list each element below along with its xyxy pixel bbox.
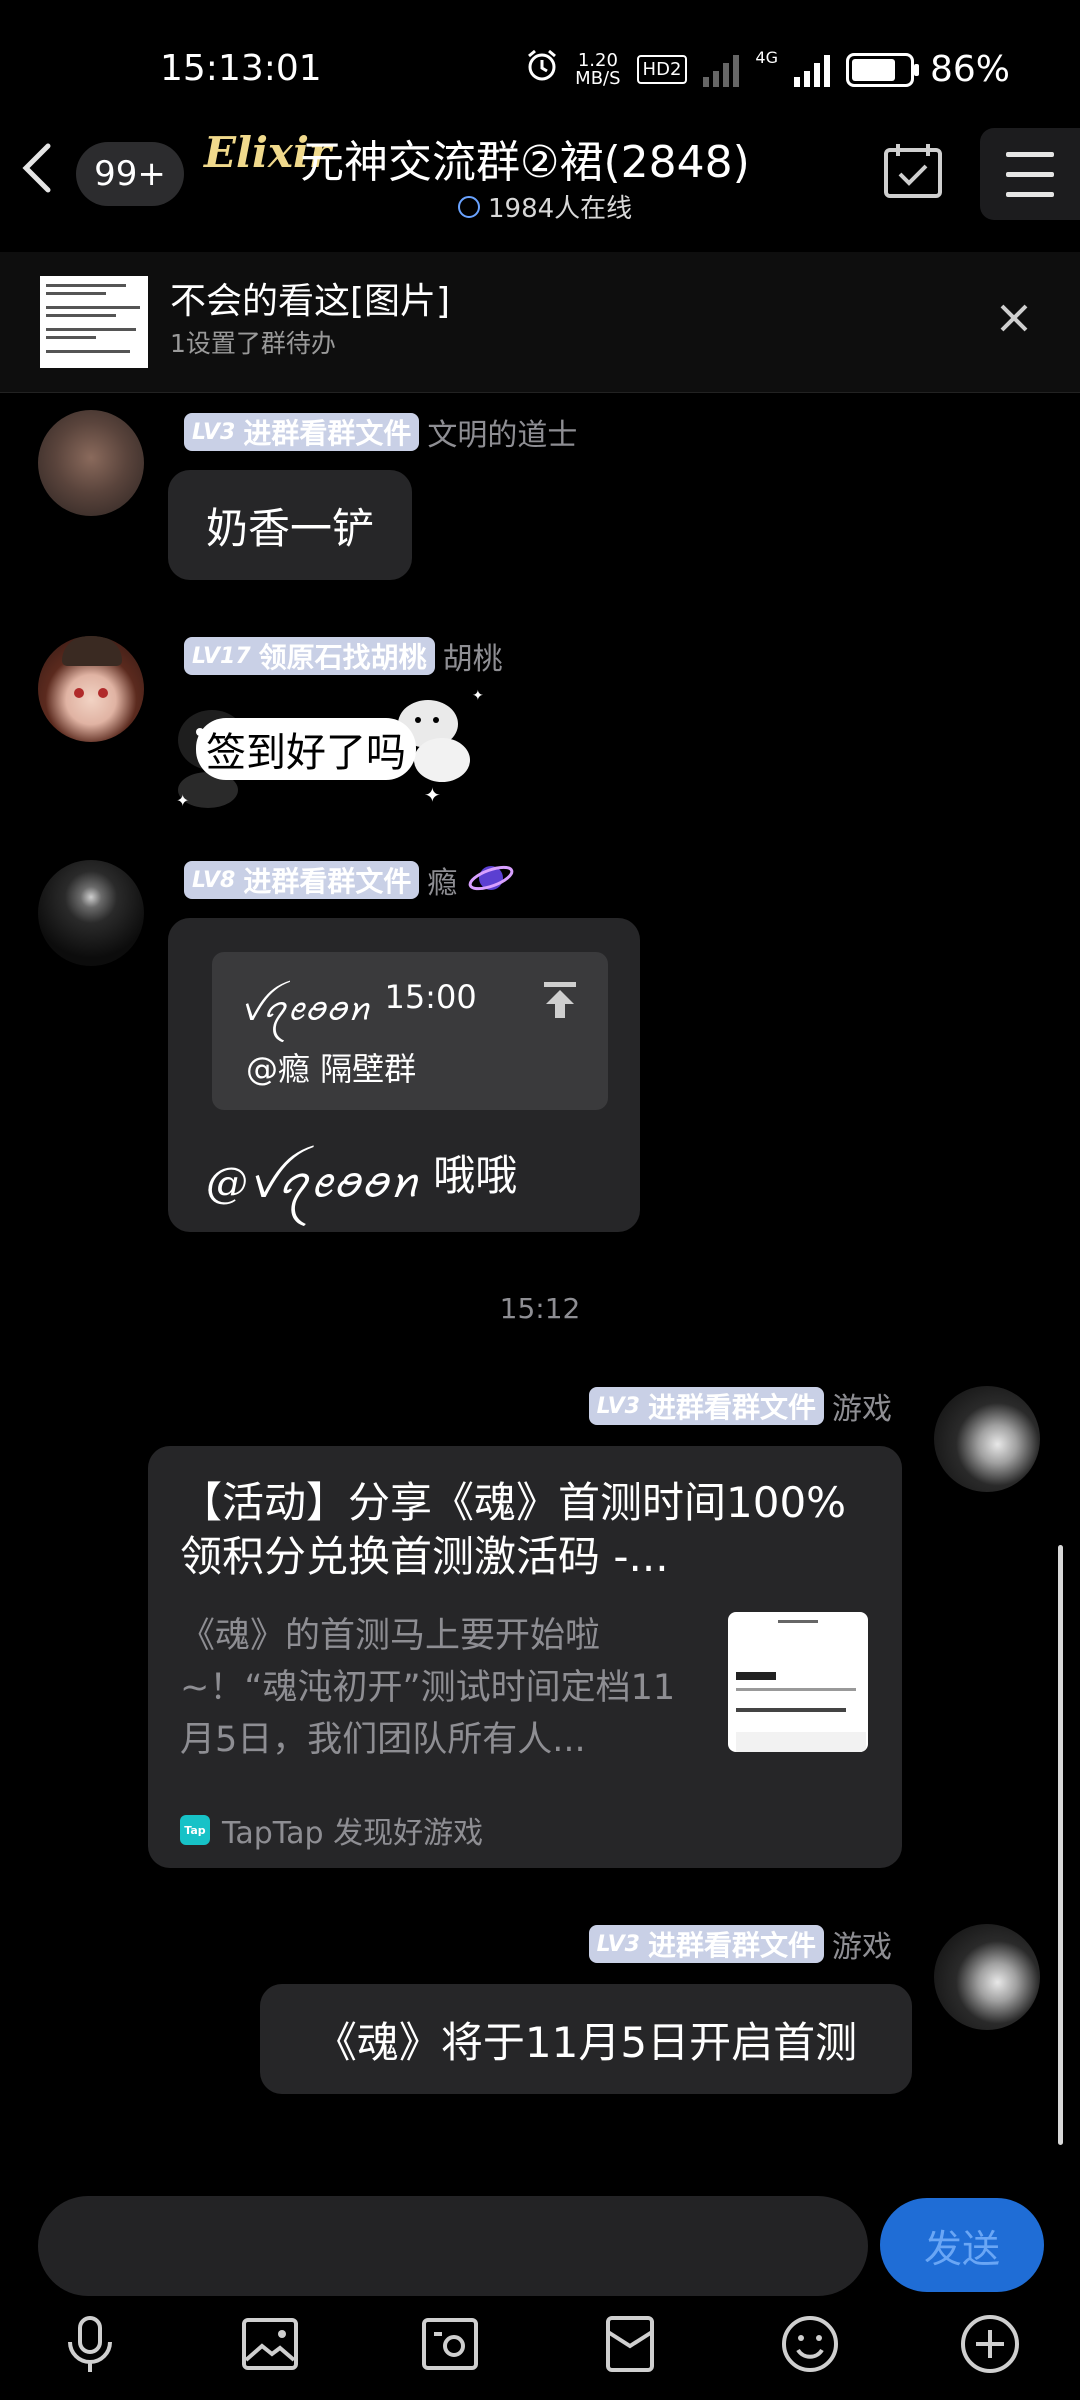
menu-icon[interactable]	[980, 128, 1080, 220]
message-bubble[interactable]: 《魂》将于11月5日开启首测	[260, 1984, 912, 2094]
badge-title: 进群看群文件	[243, 417, 412, 450]
member-level-badge: LV8 进群看群文件	[184, 861, 420, 899]
signal-icon-sim1	[703, 53, 740, 87]
badge-level: LV8	[192, 867, 236, 893]
badge-title: 领原石找胡桃	[258, 641, 427, 674]
quoted-message[interactable]: ꪜꪖꫀꪮꪮꪀ 15:00 @瘾 隔壁群	[212, 952, 608, 1110]
status-time: 15:13:01	[160, 48, 322, 89]
badge-level: LV3	[596, 1393, 640, 1419]
signal-icon-sim2	[793, 53, 830, 87]
hd-indicator: HD2	[636, 55, 688, 84]
message-header: LV3 进群看群文件 文明的道士	[184, 410, 577, 454]
card-description: 《魂》的首测马上要开始啦~！“魂沌初开”测试时间定档11月5日，我们团队所有人.…	[180, 1616, 676, 1760]
sender-name[interactable]: 游戏	[832, 1922, 892, 1966]
member-level-badge: LV17 领原石找胡桃	[184, 637, 435, 675]
net-speed-value: 1.20	[577, 49, 618, 71]
quote-header: ꪜꪖꫀꪮꪮꪀ 15:00	[240, 978, 477, 1045]
member-level-badge: LV3 进群看群文件	[184, 413, 420, 451]
reply-text: @ꪜꪖꫀꪮꪮꪀ 哦哦	[206, 1142, 517, 1230]
link-card[interactable]: 【活动】分享《魂》首测时间100%领积分兑换首测激活码 -... 《魂》的首测马…	[148, 1446, 902, 1868]
pinned-subtitle: 1设置了群待办	[170, 329, 336, 358]
back-icon[interactable]	[18, 138, 58, 198]
emoji-icon[interactable]	[778, 2312, 842, 2376]
badge-level: LV17	[192, 643, 251, 669]
badge-title: 进群看群文件	[647, 1929, 816, 1962]
badge-level: LV3	[596, 1931, 640, 1957]
message-header: LV8 进群看群文件 瘾	[184, 858, 517, 902]
image-icon[interactable]	[238, 2312, 302, 2376]
sender-name[interactable]: 胡桃	[443, 634, 503, 678]
online-status-icon	[458, 195, 480, 218]
net-speed: 1.20 MB/S	[575, 49, 621, 89]
badge-title: 进群看群文件	[243, 865, 412, 898]
sender-name[interactable]: 游戏	[832, 1384, 892, 1428]
quote-author: ꪜꪖꫀꪮꪮꪀ	[240, 990, 371, 1028]
battery-fill	[851, 58, 895, 81]
message-input[interactable]	[38, 2196, 868, 2296]
avatar[interactable]	[934, 1924, 1040, 2030]
scrollbar[interactable]	[1058, 1545, 1063, 2145]
group-name[interactable]: 元神交流群②裙(2848)	[300, 126, 750, 190]
member-level-badge: LV3 进群看群文件	[588, 1387, 824, 1425]
reply-mention[interactable]: @ꪜꪖꫀꪮꪮꪀ	[206, 1142, 419, 1230]
unread-count-badge[interactable]: 99+	[76, 142, 184, 206]
avatar[interactable]	[38, 860, 144, 966]
taptap-icon: Tap	[180, 1815, 210, 1845]
badge-level: LV3	[192, 419, 236, 445]
battery-percent: 86%	[929, 49, 1010, 90]
camera-icon[interactable]	[418, 2312, 482, 2376]
network-type: 4G	[755, 48, 778, 67]
svg-text:✦: ✦	[424, 783, 441, 807]
pinned-title: 不会的看这[图片]	[170, 281, 451, 322]
net-speed-unit: MB/S	[575, 67, 621, 89]
online-count: 1984人在线	[458, 188, 632, 225]
card-source-text: TapTap 发现好游戏	[222, 1816, 484, 1851]
message-bubble[interactable]: 签到好了吗	[196, 718, 416, 780]
avatar[interactable]	[934, 1386, 1040, 1492]
svg-text:✦: ✦	[472, 688, 484, 704]
calendar-check-icon[interactable]	[880, 140, 946, 202]
sender-name[interactable]: 瘾	[427, 858, 457, 902]
quote-text: @瘾 隔壁群	[246, 1050, 417, 1088]
send-button[interactable]: 发送	[880, 2198, 1044, 2292]
card-thumbnail	[728, 1612, 868, 1752]
member-level-badge: LV3 进群看群文件	[588, 1925, 824, 1963]
message-timestamp: 15:12	[499, 1292, 581, 1325]
planet-icon	[465, 858, 517, 902]
pinned-notice[interactable]	[0, 252, 1080, 393]
badge-title: 进群看群文件	[647, 1391, 816, 1424]
status-icons: 1.20 MB/S HD2 4G 86%	[525, 48, 1010, 91]
sender-name[interactable]: 文明的道士	[427, 410, 577, 454]
pinned-thumbnail	[40, 276, 148, 368]
avatar[interactable]	[38, 636, 144, 742]
message-bubble[interactable]: 奶香一铲	[168, 470, 413, 580]
battery-icon	[845, 52, 919, 87]
svg-text:✦: ✦	[176, 791, 189, 810]
red-packet-icon[interactable]	[598, 2312, 662, 2376]
card-title: 【活动】分享《魂》首测时间100%领积分兑换首测激活码 -...	[180, 1478, 847, 1581]
reply-body: 哦哦	[433, 1151, 518, 1200]
alarm-icon	[525, 48, 559, 91]
message-header: LV17 领原石找胡桃 胡桃	[184, 634, 503, 678]
card-source: Tap TapTap 发现好游戏	[180, 1808, 483, 1852]
microphone-icon[interactable]	[58, 2312, 122, 2376]
online-count-text: 1984人在线	[488, 194, 633, 224]
close-icon[interactable]	[996, 300, 1032, 336]
reply-message-bubble[interactable]: ꪜꪖꫀꪮꪮꪀ 15:00 @瘾 隔壁群 @ꪜꪖꫀꪮꪮꪀ 哦哦	[168, 918, 640, 1232]
jump-to-top-icon[interactable]	[540, 980, 580, 1024]
message-header: LV3 进群看群文件 游戏	[588, 1922, 892, 1966]
avatar[interactable]	[38, 410, 144, 516]
quote-time: 15:00	[384, 978, 477, 1016]
message-header: LV3 进群看群文件 游戏	[588, 1384, 892, 1428]
plus-icon[interactable]	[958, 2312, 1022, 2376]
